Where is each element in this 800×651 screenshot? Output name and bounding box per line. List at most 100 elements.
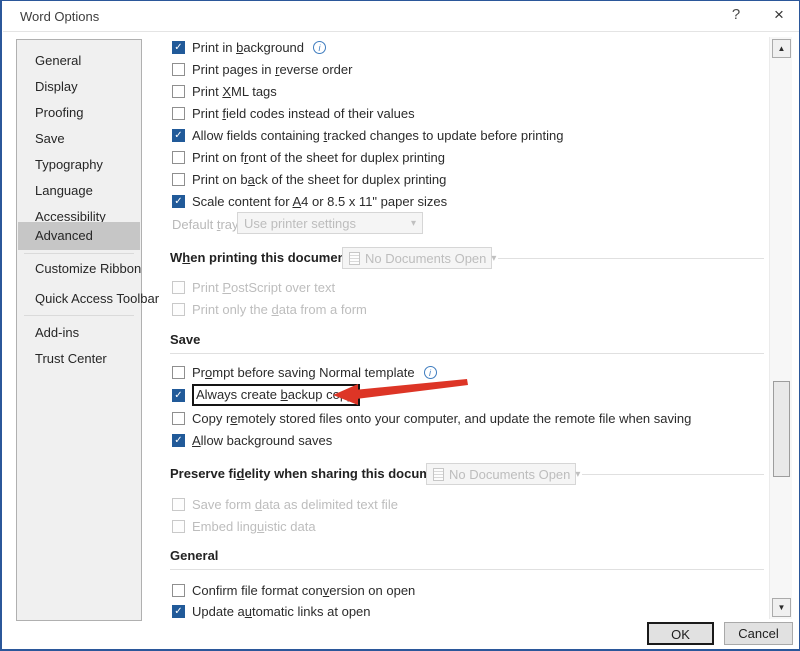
checkbox-row-print-front-duplex[interactable]: Print on front of the sheet for duplex p… [172, 147, 445, 167]
checkbox-label: Print in background [192, 40, 304, 55]
checkbox-label: Copy remotely stored files onto your com… [192, 411, 691, 426]
document-icon [433, 468, 444, 481]
scroll-up-icon[interactable]: ▲ [772, 39, 791, 58]
when-printing-document-dropdown: No Documents Open ▾ [342, 247, 492, 269]
checkbox-row-allow-background-saves[interactable]: ✓ Allow background saves [172, 430, 332, 450]
checkbox-label: Print only the data from a form [192, 302, 367, 317]
sidebar-item-save[interactable]: Save [18, 126, 140, 152]
checkbox-label: Print pages in reverse order [192, 62, 352, 77]
checkbox-row-print-in-background[interactable]: ✓ Print in background i [172, 37, 326, 57]
sidebar-item-advanced[interactable]: Advanced [18, 222, 140, 250]
checkbox-label: Print on front of the sheet for duplex p… [192, 150, 445, 165]
checkbox[interactable]: ✓ [172, 434, 185, 447]
checkbox-row-embed-linguistic-data: Embed linguistic data [172, 516, 316, 536]
checkbox-row-update-automatic-links[interactable]: ✓ Update automatic links at open [172, 601, 371, 621]
checkbox-label: Allow background saves [192, 433, 332, 448]
scrollbar-thumb[interactable] [773, 381, 790, 477]
red-arrow-annotation [333, 378, 469, 408]
checkbox-row-save-form-data: Save form data as delimited text file [172, 494, 398, 514]
checkbox [172, 303, 185, 316]
dropdown-value: No Documents Open [365, 251, 486, 266]
checkbox-row-always-create-backup[interactable]: ✓ Always create backup copy [172, 385, 360, 405]
checkbox-label: Print PostScript over text [192, 280, 335, 295]
vertical-scrollbar[interactable]: ▲ ▼ [769, 37, 792, 619]
checkbox [172, 281, 185, 294]
checkbox-row-print-field-codes[interactable]: Print field codes instead of their value… [172, 103, 415, 123]
checkbox-label: Allow fields containing tracked changes … [192, 128, 564, 143]
dropdown-value: No Documents Open [449, 467, 570, 482]
sidebar-item-proofing[interactable]: Proofing [18, 100, 140, 126]
checkbox-row-print-only-form-data: Print only the data from a form [172, 299, 367, 319]
sidebar-item-display[interactable]: Display [18, 74, 140, 100]
section-rule [170, 569, 764, 570]
checkbox-row-print-reverse-order[interactable]: Print pages in reverse order [172, 59, 352, 79]
section-header-save: Save [170, 332, 200, 347]
sidebar: General Display Proofing Save Typography… [16, 39, 142, 621]
word-options-dialog: Word Options ? × General Display Proofin… [0, 0, 800, 651]
checkbox-label: Print field codes instead of their value… [192, 106, 415, 121]
dropdown-caret-icon: ▾ [411, 218, 416, 229]
preserve-fidelity-document-dropdown: No Documents Open ▾ [426, 463, 576, 485]
dropdown-caret-icon: ▾ [491, 253, 496, 264]
sidebar-separator [24, 253, 134, 254]
info-icon: i [424, 366, 437, 379]
sidebar-item-trust-center[interactable]: Trust Center [18, 346, 140, 372]
dialog-title: Word Options [20, 9, 99, 24]
checkbox-row-allow-fields-tracked[interactable]: ✓ Allow fields containing tracked change… [172, 125, 564, 145]
cancel-button[interactable]: Cancel [724, 622, 793, 645]
sidebar-item-typography[interactable]: Typography [18, 152, 140, 178]
sidebar-separator [24, 315, 134, 316]
checkbox-row-copy-remote-files[interactable]: Copy remotely stored files onto your com… [172, 408, 691, 428]
section-rule [582, 474, 764, 475]
checkbox-row-confirm-file-format[interactable]: Confirm file format conversion on open [172, 580, 415, 600]
checkbox[interactable]: ✓ [172, 129, 185, 142]
checkbox[interactable] [172, 366, 185, 379]
default-tray-label: Default tray: [172, 217, 242, 232]
dropdown-caret-icon: ▾ [575, 469, 580, 480]
checkbox[interactable] [172, 151, 185, 164]
checkbox-label: Update automatic links at open [192, 604, 371, 619]
checkbox[interactable] [172, 63, 185, 76]
checkbox-label: Print on back of the sheet for duplex pr… [192, 172, 446, 187]
section-header-preserve-fidelity: Preserve fidelity when sharing this docu… [170, 466, 455, 481]
checkbox-row-scale-content-a4[interactable]: ✓ Scale content for A4 or 8.5 x 11" pape… [172, 191, 447, 211]
dropdown-value: Use printer settings [244, 216, 356, 231]
checkbox-row-print-xml-tags[interactable]: Print XML tags [172, 81, 277, 101]
ok-button[interactable]: OK [647, 622, 714, 645]
section-rule [498, 258, 764, 259]
default-tray-dropdown: Use printer settings ▾ [237, 212, 423, 234]
scroll-down-icon[interactable]: ▼ [772, 598, 791, 617]
checkbox[interactable]: ✓ [172, 605, 185, 618]
checkbox [172, 520, 185, 533]
section-rule [170, 353, 764, 354]
section-header-general: General [170, 548, 218, 563]
checkbox-label: Embed linguistic data [192, 519, 316, 534]
checkbox-label: Always create backup copy [196, 387, 354, 402]
document-icon [349, 252, 360, 265]
checkbox[interactable]: ✓ [172, 389, 185, 402]
checkbox-label: Print XML tags [192, 84, 277, 99]
checkbox[interactable] [172, 107, 185, 120]
sidebar-item-language[interactable]: Language [18, 178, 140, 204]
info-icon: i [313, 41, 326, 54]
title-separator [3, 31, 800, 32]
sidebar-item-quick-access-toolbar[interactable]: Quick Access Toolbar [18, 286, 140, 312]
help-icon[interactable]: ? [724, 6, 748, 28]
checkbox-label: Confirm file format conversion on open [192, 583, 415, 598]
checkbox[interactable] [172, 85, 185, 98]
checkbox[interactable] [172, 173, 185, 186]
sidebar-item-add-ins[interactable]: Add-ins [18, 320, 140, 346]
close-icon[interactable]: × [766, 5, 792, 27]
checkbox-label: Save form data as delimited text file [192, 497, 398, 512]
checkbox[interactable] [172, 412, 185, 425]
sidebar-item-general[interactable]: General [18, 48, 140, 74]
section-header-when-printing: When printing this document: [170, 250, 354, 265]
checkbox [172, 498, 185, 511]
sidebar-item-customize-ribbon[interactable]: Customize Ribbon [18, 256, 140, 282]
checkbox[interactable] [172, 584, 185, 597]
checkbox[interactable]: ✓ [172, 195, 185, 208]
checkbox-label: Scale content for A4 or 8.5 x 11" paper … [192, 194, 447, 209]
checkbox-row-print-postscript: Print PostScript over text [172, 277, 335, 297]
checkbox-row-print-back-duplex[interactable]: Print on back of the sheet for duplex pr… [172, 169, 446, 189]
checkbox[interactable]: ✓ [172, 41, 185, 54]
